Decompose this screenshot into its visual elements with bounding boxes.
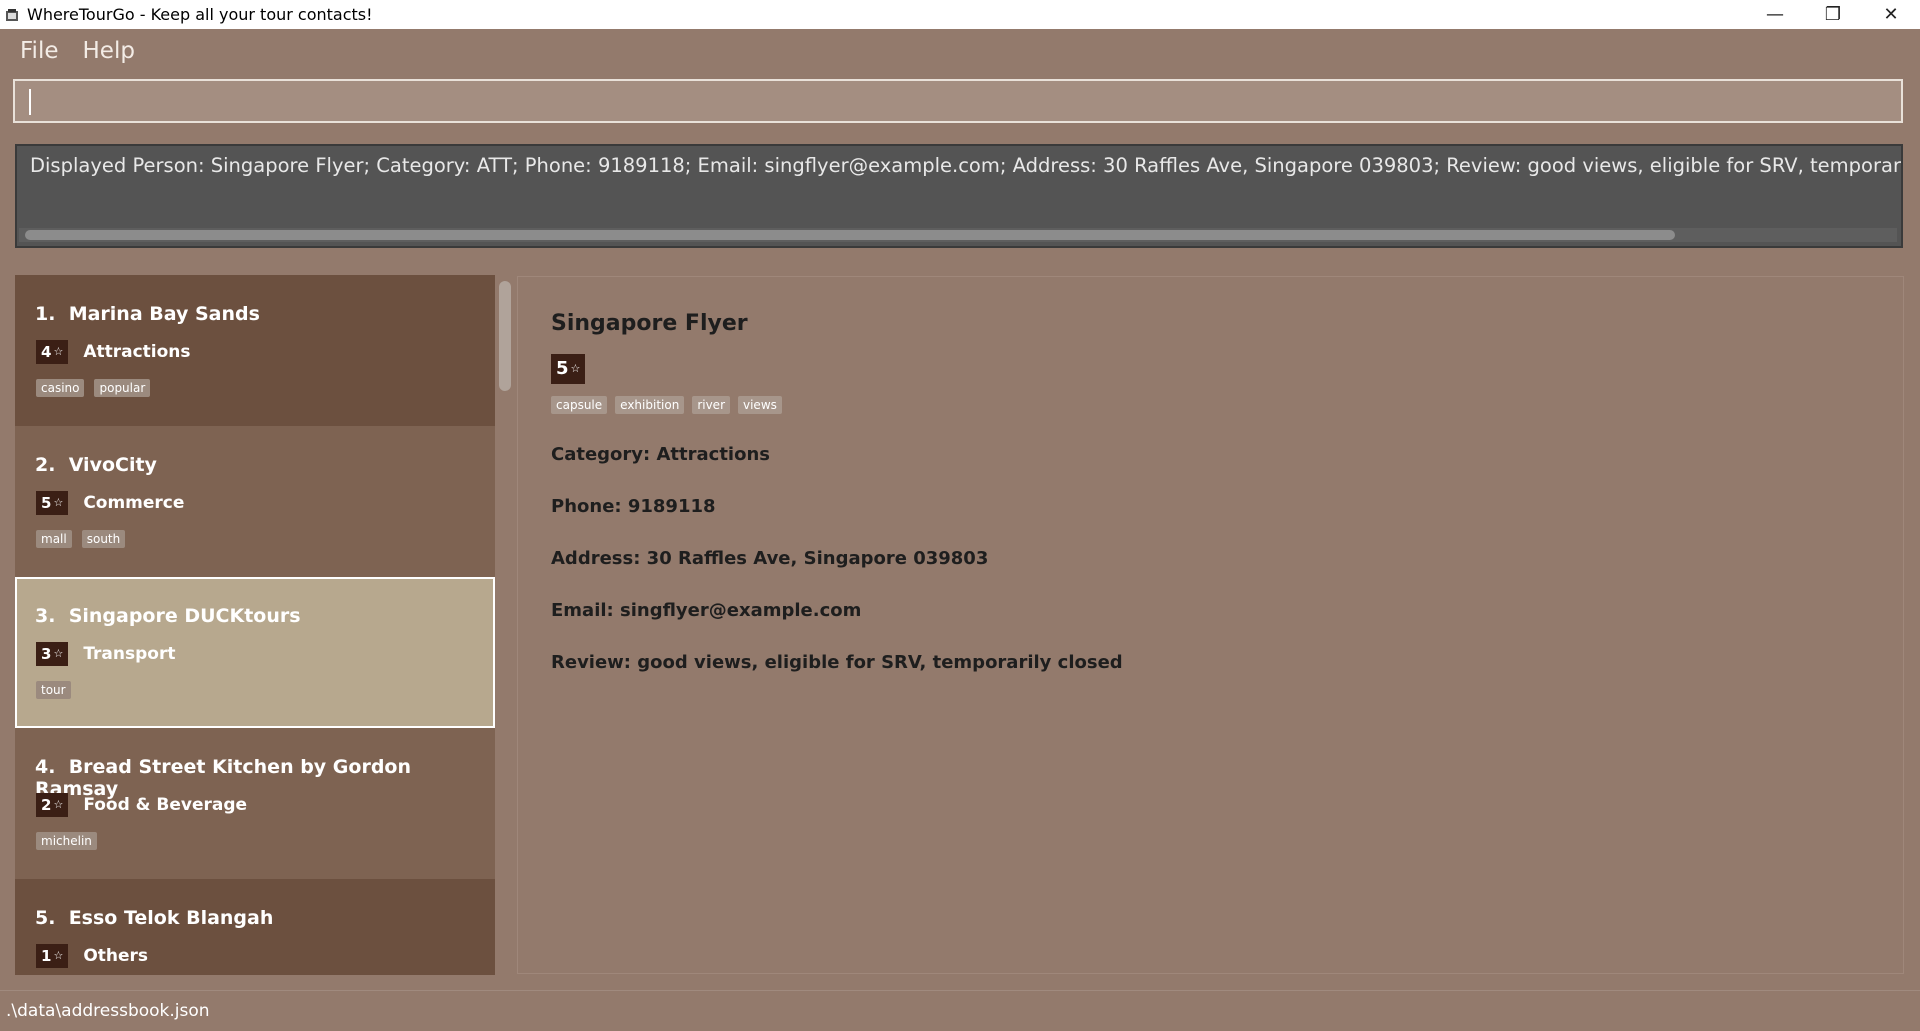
rating-badge: 5 ☆	[551, 354, 586, 384]
list-item-category: Food & Beverage	[83, 795, 248, 815]
rating-value: 5	[41, 494, 52, 512]
tag-list: tour	[36, 681, 71, 699]
close-button[interactable]: ✕	[1862, 0, 1920, 29]
tag: capsule	[551, 396, 608, 414]
person-list: 1. Marina Bay Sands 4 ☆ Attractions casi…	[15, 275, 495, 975]
list-item-category: Transport	[83, 644, 176, 664]
list-item-name: Esso Telok Blangah	[68, 907, 274, 929]
list-item-index: 1.	[35, 303, 56, 325]
list-item-name: Marina Bay Sands	[68, 303, 260, 325]
tag: michelin	[36, 832, 97, 850]
star-icon: ☆	[53, 647, 64, 660]
menu-help[interactable]: Help	[71, 38, 147, 64]
result-scrollbar-thumb[interactable]	[25, 230, 1675, 240]
command-input[interactable]	[13, 79, 1903, 123]
maximize-button[interactable]: ❐	[1804, 0, 1862, 29]
rating-badge: 1 ☆	[36, 944, 69, 968]
tag-list: michelin	[36, 832, 97, 850]
tag: views	[738, 396, 782, 414]
list-item-category: Attractions	[83, 342, 191, 362]
rating-badge: 3 ☆	[36, 642, 69, 666]
detail-email: Email: singflyer@example.com	[551, 600, 862, 621]
window-title: WhereTourGo - Keep all your tour contact…	[27, 5, 373, 24]
star-icon: ☆	[570, 362, 581, 375]
rating-value: 4	[41, 343, 52, 361]
list-scrollbar-thumb[interactable]	[499, 281, 511, 391]
detail-review: Review: good views, eligible for SRV, te…	[551, 652, 1123, 673]
tag: river	[692, 396, 730, 414]
save-location: .\data\addressbook.json	[6, 1001, 210, 1021]
list-item-index: 3.	[35, 605, 56, 627]
list-item-name: Singapore DUCKtours	[68, 605, 301, 627]
result-text: Displayed Person: Singapore Flyer; Categ…	[30, 154, 1901, 177]
text-caret	[29, 89, 31, 115]
detail-rating: 5 ☆	[551, 354, 586, 384]
list-item-selected[interactable]: 3. Singapore DUCKtours 3 ☆ Transport tou…	[15, 577, 495, 728]
list-item-title: 3. Singapore DUCKtours	[35, 605, 301, 627]
list-item-title: 1. Marina Bay Sands	[35, 303, 260, 325]
rating-value: 1	[41, 947, 52, 965]
rating-value: 3	[41, 645, 52, 663]
list-item-category: Others	[83, 946, 149, 966]
detail-panel: Singapore Flyer 5 ☆ capsule exhibition r…	[517, 276, 1904, 974]
list-item[interactable]: 4. Bread Street Kitchen by Gordon Ramsay…	[15, 728, 495, 879]
detail-phone: Phone: 9189118	[551, 496, 716, 517]
star-icon: ☆	[53, 798, 64, 811]
list-item[interactable]: 1. Marina Bay Sands 4 ☆ Attractions casi…	[15, 275, 495, 426]
title-bar: WhereTourGo - Keep all your tour contact…	[0, 0, 1920, 29]
result-horizontal-scrollbar[interactable]	[19, 228, 1897, 242]
tag: popular	[94, 379, 151, 397]
star-icon: ☆	[53, 949, 64, 962]
menu-file[interactable]: File	[0, 38, 71, 64]
menu-bar: File Help	[0, 29, 1920, 73]
detail-address: Address: 30 Raffles Ave, Singapore 03980…	[551, 548, 989, 569]
tag: tour	[36, 681, 71, 699]
tag: south	[81, 530, 126, 548]
tag: casino	[36, 379, 85, 397]
rating-value: 5	[556, 358, 569, 379]
detail-category: Category: Attractions	[551, 444, 770, 465]
rating-badge: 5 ☆	[36, 491, 69, 515]
list-item[interactable]: 5. Esso Telok Blangah 1 ☆ Others	[15, 879, 495, 975]
list-item-category: Commerce	[83, 493, 185, 513]
list-item-index: 4.	[35, 756, 56, 778]
status-bar: .\data\addressbook.json	[0, 990, 1920, 1031]
tag-list: mall south	[36, 530, 126, 548]
tag: exhibition	[615, 396, 685, 414]
star-icon: ☆	[53, 496, 64, 509]
list-item[interactable]: 2. VivoCity 5 ☆ Commerce mall south	[15, 426, 495, 577]
rating-badge: 4 ☆	[36, 340, 69, 364]
rating-badge: 2 ☆	[36, 793, 69, 817]
app-icon	[4, 7, 20, 23]
tag-list: casino popular	[36, 379, 151, 397]
list-item-title: 5. Esso Telok Blangah	[35, 907, 273, 929]
detail-name: Singapore Flyer	[551, 311, 748, 336]
tag: mall	[36, 530, 72, 548]
list-item-index: 2.	[35, 454, 56, 476]
minimize-button[interactable]: —	[1746, 0, 1804, 29]
rating-value: 2	[41, 796, 52, 814]
list-item-name: VivoCity	[68, 454, 157, 476]
list-vertical-scrollbar[interactable]	[497, 277, 513, 973]
list-item-index: 5.	[35, 907, 56, 929]
detail-tag-list: capsule exhibition river views	[551, 396, 782, 414]
result-display: Displayed Person: Singapore Flyer; Categ…	[15, 144, 1903, 248]
star-icon: ☆	[53, 345, 64, 358]
list-item-title: 2. VivoCity	[35, 454, 157, 476]
window-controls: — ❐ ✕	[1746, 0, 1920, 29]
